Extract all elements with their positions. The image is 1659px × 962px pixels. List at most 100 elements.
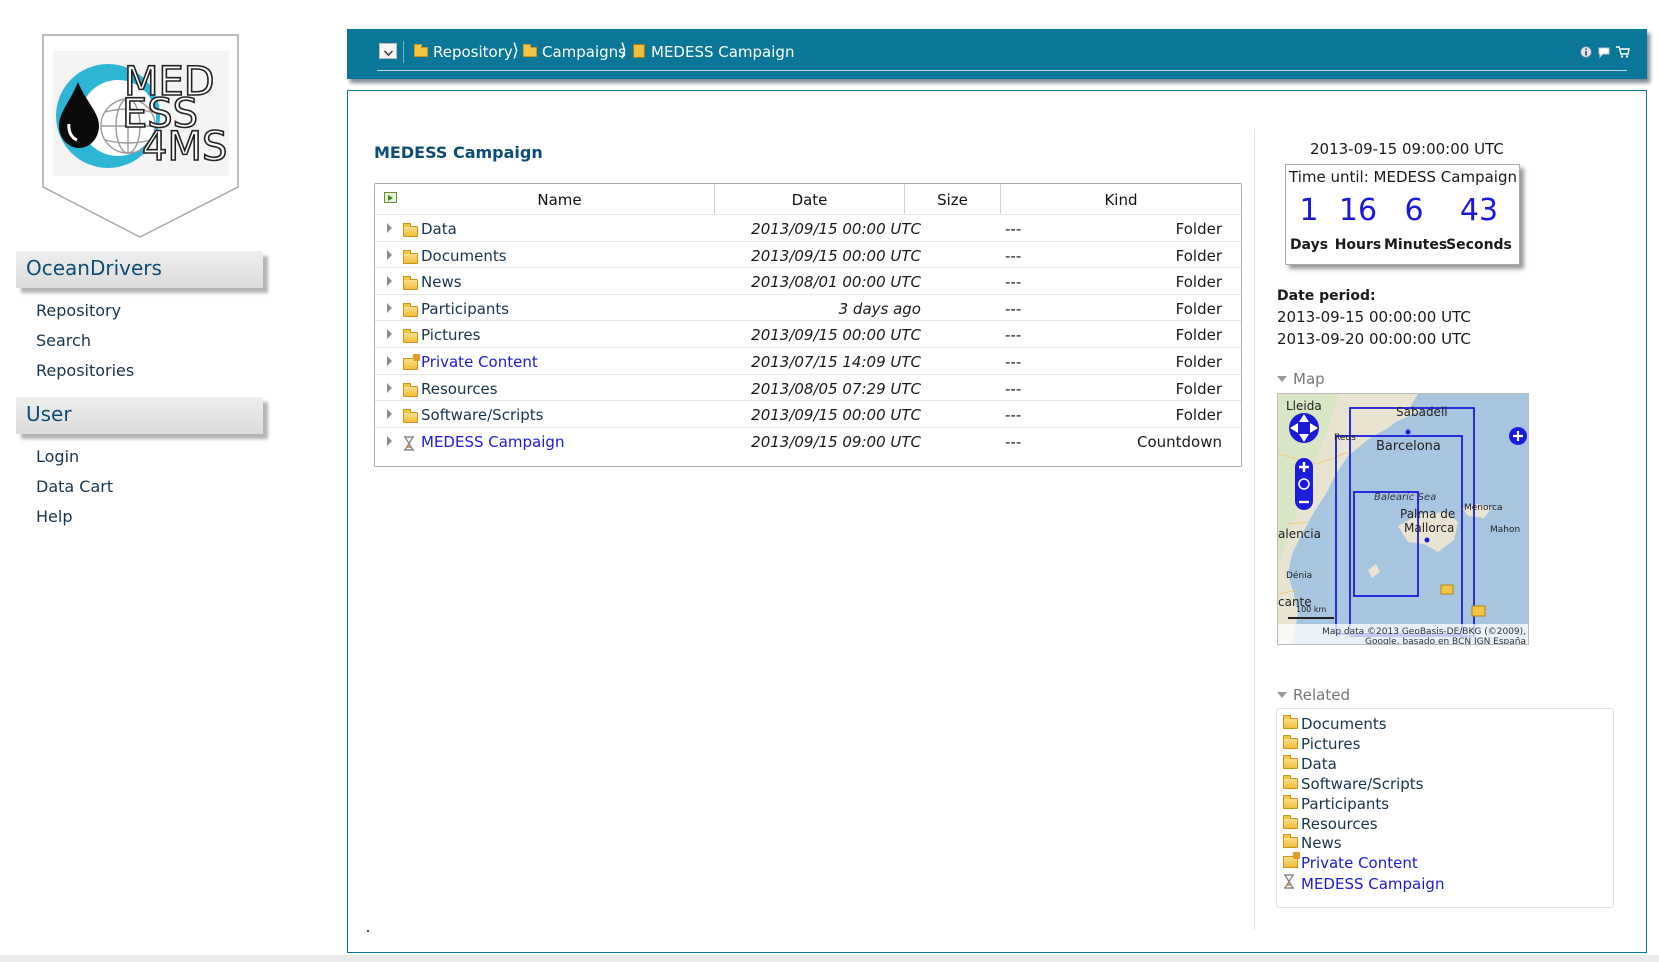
- countdown-label: Time until: MEDESS Campaign: [1289, 168, 1517, 186]
- table-row[interactable]: Data 2013/09/15 00:00 UTC --- Folder: [375, 214, 1241, 242]
- table-row[interactable]: Documents 2013/09/15 00:00 UTC --- Folder: [375, 240, 1241, 269]
- expand-arrow-icon[interactable]: [387, 276, 392, 287]
- related-item-label: Software/Scripts: [1301, 774, 1424, 793]
- info-icon[interactable]: [1580, 46, 1592, 58]
- row-date: 3 days ago: [838, 299, 921, 318]
- map-canvas: Lleida Sabadell Barcelona Reus Balearic …: [1278, 394, 1528, 645]
- hourglass-icon: [1283, 874, 1295, 889]
- folder-icon: [414, 44, 428, 57]
- expand-arrow-icon[interactable]: [387, 329, 392, 340]
- sidebar-link-repository[interactable]: Repository: [36, 301, 121, 320]
- related-item[interactable]: MEDESS Campaign: [1283, 874, 1444, 893]
- map-label: alencia: [1278, 527, 1321, 541]
- row-icon: [403, 249, 418, 268]
- related-item-label: Participants: [1301, 794, 1390, 813]
- related-item-icon: [1283, 852, 1301, 872]
- countdown-days-value: 1: [1299, 193, 1319, 228]
- column-chooser-icon[interactable]: [384, 192, 397, 203]
- table-row[interactable]: News 2013/08/01 00:00 UTC --- Folder: [375, 267, 1241, 295]
- related-item-label: Private Content: [1301, 854, 1418, 873]
- expand-arrow-icon[interactable]: [387, 409, 392, 420]
- sidebar-link-repositories[interactable]: Repositories: [36, 361, 134, 380]
- row-kind: Folder: [1175, 246, 1222, 265]
- map-attribution-2: Google, basado en BCN IGN España: [1365, 637, 1526, 645]
- row-icon: [403, 436, 415, 455]
- row-icon: [403, 382, 418, 401]
- row-name-link[interactable]: Resources: [421, 380, 498, 398]
- table-row[interactable]: Participants 3 days ago --- Folder: [375, 293, 1241, 322]
- sidebar-link-help[interactable]: Help: [36, 507, 72, 526]
- map-pan-control[interactable]: [1289, 413, 1319, 443]
- menu-toggle-icon[interactable]: [379, 43, 397, 59]
- row-kind: Folder: [1175, 353, 1222, 371]
- countdown-hours-value: 16: [1338, 193, 1378, 228]
- logo[interactable]: MED ESS 4MS: [42, 34, 240, 239]
- row-name-link[interactable]: Documents: [421, 247, 507, 265]
- folder-icon: [1283, 715, 1298, 729]
- map-section-toggle[interactable]: Map: [1277, 370, 1325, 388]
- date-period-title: Date period:: [1277, 288, 1376, 304]
- row-date: 2013/08/01 00:00 UTC: [751, 273, 921, 292]
- column-header-size[interactable]: Size: [905, 184, 1001, 214]
- expand-arrow-icon[interactable]: [387, 302, 392, 313]
- table-row[interactable]: Resources 2013/08/05 07:29 UTC --- Folder: [375, 373, 1241, 402]
- column-header-kind[interactable]: Kind: [1001, 184, 1241, 214]
- table-row[interactable]: MEDESS Campaign 2013/09/15 09:00 UTC --- Co…: [375, 426, 1241, 455]
- row-name-link[interactable]: Data: [421, 220, 457, 238]
- expand-arrow-icon[interactable]: [387, 356, 392, 366]
- related-section-toggle[interactable]: Related: [1277, 686, 1350, 704]
- expand-arrow-icon[interactable]: [387, 435, 392, 446]
- table-row[interactable]: Pictures 2013/09/15 00:00 UTC --- Folder: [375, 320, 1241, 348]
- breadcrumb-label: MEDESS Campaign: [651, 43, 795, 61]
- comment-icon[interactable]: [1598, 46, 1610, 58]
- row-size: ---: [1005, 406, 1022, 425]
- expand-arrow-icon[interactable]: [387, 249, 392, 260]
- breadcrumb-item-medess-campaign[interactable]: MEDESS Campaign: [633, 43, 794, 61]
- related-item[interactable]: Resources: [1283, 814, 1378, 833]
- row-name-link[interactable]: Pictures: [421, 326, 480, 344]
- folder-icon: [403, 249, 418, 264]
- logo-shield: MED ESS 4MS: [42, 34, 239, 238]
- map-layer-switcher[interactable]: [1509, 427, 1527, 445]
- sidebar-link-search[interactable]: Search: [36, 331, 91, 350]
- map-widget[interactable]: Lleida Sabadell Barcelona Reus Balearic …: [1277, 393, 1529, 645]
- sidebar-link-login[interactable]: Login: [36, 447, 79, 466]
- column-header-date[interactable]: Date: [715, 184, 905, 214]
- row-name-link[interactable]: Private Content: [421, 353, 538, 371]
- map-zoom-control[interactable]: [1295, 458, 1313, 510]
- map-attribution-1: Map data ©2013 GeoBasis-DE/BKG (©2009),: [1322, 627, 1526, 637]
- related-item[interactable]: Software/Scripts: [1283, 774, 1424, 793]
- related-item[interactable]: Data: [1283, 754, 1337, 773]
- private-folder-icon: [403, 354, 420, 370]
- row-kind: Countdown: [1136, 432, 1222, 451]
- breadcrumb-item-repository[interactable]: Repository: [414, 43, 513, 61]
- map-label: Barcelona: [1376, 439, 1441, 454]
- breadcrumb-item-campaigns[interactable]: Campaigns: [523, 43, 626, 61]
- related-item[interactable]: Pictures: [1283, 734, 1361, 753]
- cart-icon[interactable]: [1616, 46, 1630, 58]
- sidebar-link-data-cart[interactable]: Data Cart: [36, 477, 113, 496]
- row-kind: Folder: [1175, 326, 1222, 345]
- related-item-label: Resources: [1301, 814, 1378, 833]
- related-item-label: Pictures: [1301, 734, 1361, 753]
- related-item[interactable]: News: [1283, 834, 1342, 852]
- table-row[interactable]: Private Content 2013/07/15 14:09 UTC --- Fo…: [375, 347, 1241, 375]
- related-item[interactable]: Private Content: [1283, 852, 1418, 873]
- expand-arrow-icon[interactable]: [387, 223, 392, 233]
- map-label: Mahon: [1490, 525, 1520, 535]
- row-name-link[interactable]: News: [421, 273, 462, 291]
- column-header-name[interactable]: Name: [405, 184, 715, 214]
- row-name-link[interactable]: MEDESS Campaign: [421, 433, 564, 451]
- related-item[interactable]: Participants: [1283, 794, 1390, 813]
- countdown-target-date: 2013-09-15 09:00:00 UTC: [1310, 140, 1504, 158]
- row-size: ---: [1005, 246, 1022, 265]
- related-item[interactable]: Documents: [1283, 715, 1387, 733]
- row-icon: [403, 276, 418, 294]
- row-name-link[interactable]: Software/Scripts: [421, 406, 544, 424]
- row-name-link[interactable]: Participants: [421, 300, 509, 318]
- expand-arrow-icon[interactable]: [387, 382, 392, 393]
- table-row[interactable]: Software/Scripts 2013/09/15 00:00 UTC --- F…: [375, 400, 1241, 428]
- row-kind: Folder: [1175, 379, 1222, 398]
- folder-icon: [1283, 794, 1298, 809]
- row-icon: [403, 302, 418, 321]
